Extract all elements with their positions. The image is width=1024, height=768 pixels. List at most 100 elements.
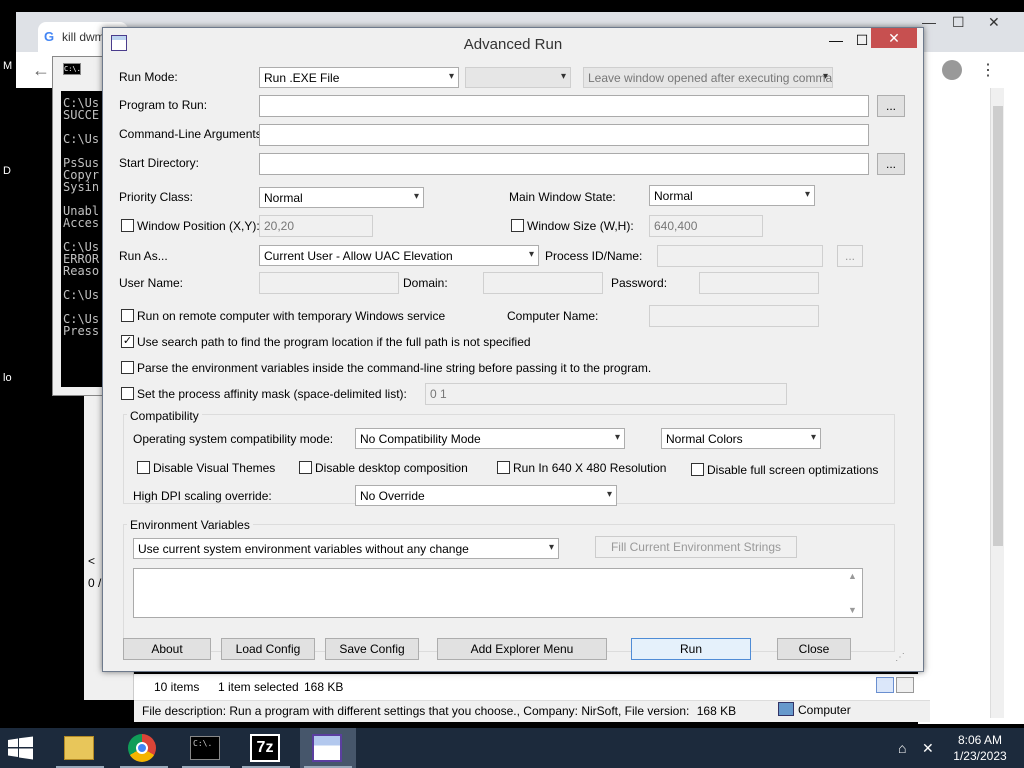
taskbar-7zip[interactable]: 7z [238,728,294,768]
start-dir-label: Start Directory: [119,156,200,170]
chevron-down-icon: ▾ [548,542,554,553]
taskbar-cmd[interactable]: C:\. [178,728,234,768]
visual-themes-checkbox[interactable] [137,461,150,474]
scroll-left-arrow[interactable]: < [88,554,95,568]
env-strings-textarea[interactable]: ▲ ▼ [133,568,863,618]
advanced-run-icon [312,734,342,762]
computer-name-label: Computer Name: [507,309,599,323]
fullscreen-checkbox[interactable] [691,463,704,476]
add-explorer-menu-button[interactable]: Add Explorer Menu [437,638,607,660]
run640-checkbox[interactable] [497,461,510,474]
more-menu-icon[interactable]: ⋮ [980,60,996,80]
affinity-input[interactable]: 0 1 [425,383,787,405]
network-icon[interactable]: ⌂ [898,740,906,756]
computer-name-input[interactable] [649,305,819,327]
close-button[interactable]: Close [777,638,851,660]
scroll-down-icon[interactable]: ▼ [848,605,857,615]
dialog-close-button[interactable]: ✕ [871,28,917,48]
program-input[interactable] [259,95,869,117]
affinity-checkbox[interactable] [121,387,134,400]
profile-avatar[interactable] [942,60,962,80]
main-window-label: Main Window State: [509,190,616,204]
chevron-down-icon: ▾ [606,489,612,500]
domain-input[interactable] [483,272,603,294]
window-size-input[interactable]: 640,400 [649,215,763,237]
desktop-letter-lo: lo [3,372,12,384]
chevron-down-icon: ▾ [614,432,620,443]
user-name-input[interactable] [259,272,399,294]
process-label: Process ID/Name: [545,249,643,263]
env-mode-value: Use current system environment variables… [138,542,469,556]
run-as-select[interactable]: Current User - Allow UAC Elevation ▾ [259,245,539,266]
window-position-checkbox[interactable] [121,219,134,232]
window-position-input[interactable]: 20,20 [259,215,373,237]
desktop-comp-checkbox[interactable] [299,461,312,474]
leave-window-value: Leave window opened after executing comm… [588,71,833,85]
env-mode-select[interactable]: Use current system environment variables… [133,538,559,559]
about-button[interactable]: About [123,638,211,660]
clock[interactable]: 8:06 AM 1/23/2023 [944,732,1016,764]
window-size-checkbox[interactable] [511,219,524,232]
visual-themes-label: Disable Visual Themes [153,461,276,475]
explorer-right-pane [918,84,1024,724]
taskbar-chrome[interactable] [116,728,172,768]
process-browse-button[interactable]: ... [837,245,863,267]
window-position-label: Window Position (X,Y): [137,219,260,233]
args-input[interactable] [259,124,869,146]
desktop-comp-label: Disable desktop composition [315,461,468,475]
browser-minimize-button[interactable]: — [922,14,936,30]
browse-start-dir-button[interactable]: ... [877,153,905,175]
chevron-down-icon: ▾ [413,191,419,202]
chevron-down-icon: ▾ [810,432,816,443]
priority-value: Normal [264,191,303,205]
browse-program-button[interactable]: ... [877,95,905,117]
dpi-select[interactable]: No Override ▾ [355,485,617,506]
scroll-up-icon[interactable]: ▲ [848,571,857,581]
taskbar-advanced-run[interactable] [300,728,356,768]
search-path-checkbox[interactable]: ✓ [121,335,134,348]
affinity-label: Set the process affinity mask (space-del… [137,387,407,401]
large-icons-view-button[interactable] [896,677,914,693]
windows-start-icon[interactable] [6,736,36,760]
scrollbar-thumb[interactable] [993,106,1003,546]
run-mode-select[interactable]: Run .EXE File ▾ [259,67,459,88]
explorer-scrollbar[interactable] [990,88,1004,718]
dialog-minimize-button[interactable]: — [823,32,849,52]
fill-env-button[interactable]: Fill Current Environment Strings [595,536,797,558]
process-input[interactable] [657,245,823,267]
back-icon[interactable]: ← [32,60,50,81]
search-path-label: Use search path to find the program loca… [137,335,531,349]
priority-select[interactable]: Normal ▾ [259,187,424,208]
secondary-select[interactable]: ▾ [465,67,571,88]
parse-env-checkbox[interactable] [121,361,134,374]
main-window-select[interactable]: Normal ▾ [649,185,815,206]
chevron-down-icon: ▾ [528,249,534,260]
details-view-button[interactable] [876,677,894,693]
file-description-text: File description: Run a program with dif… [142,704,690,718]
run-as-value: Current User - Allow UAC Elevation [264,249,453,263]
selected-count: 1 item selected [218,680,299,694]
computer-icon [778,702,794,716]
compatibility-title: Compatibility [127,409,202,423]
browser-maximize-button[interactable]: ☐ [952,14,965,31]
remote-checkbox[interactable] [121,309,134,322]
colors-value: Normal Colors [666,432,743,446]
password-input[interactable] [699,272,819,294]
os-compat-select[interactable]: No Compatibility Mode ▾ [355,428,625,449]
taskbar-file-explorer[interactable] [52,728,108,768]
resize-grip-icon[interactable]: ⋰ [895,652,909,666]
dialog-titlebar[interactable]: Advanced Run — ☐ ✕ [103,28,923,58]
user-name-label: User Name: [119,276,184,290]
colors-select[interactable]: Normal Colors ▾ [661,428,821,449]
chevron-down-icon: ▾ [560,71,566,82]
password-label: Password: [611,276,668,290]
load-config-button[interactable]: Load Config [221,638,315,660]
save-config-button[interactable]: Save Config [325,638,419,660]
chrome-icon [128,734,156,762]
volume-muted-icon[interactable]: ✕ [922,740,934,757]
leave-window-select[interactable]: Leave window opened after executing comm… [583,67,833,88]
run-button[interactable]: Run [631,638,751,660]
start-dir-input[interactable] [259,153,869,175]
desktop-letter-d: D [3,165,11,177]
browser-close-button[interactable]: ✕ [988,14,1000,31]
